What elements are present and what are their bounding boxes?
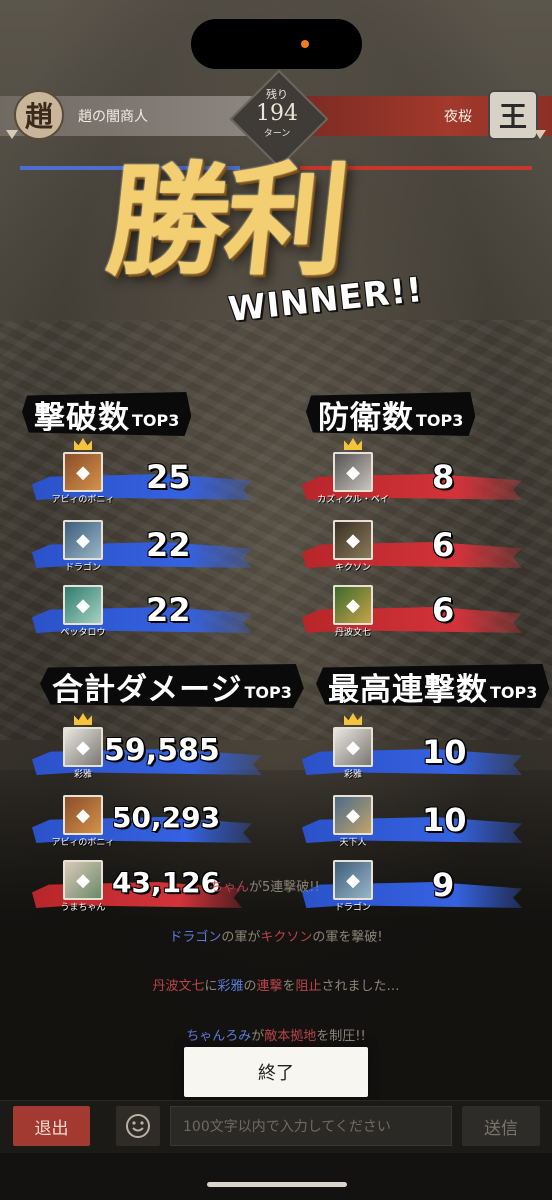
- player-name: ドラゴン: [64, 563, 101, 573]
- ranking-entry: ◆ 天下人 10: [288, 795, 538, 855]
- category-tag: TOP3: [416, 410, 464, 430]
- right-team-emblem[interactable]: 王: [488, 90, 538, 140]
- home-indicator: [207, 1182, 347, 1187]
- category-title: 最高連撃数: [328, 671, 488, 708]
- character-avatar: ◆: [63, 520, 103, 560]
- category-title: 撃破数: [34, 399, 130, 436]
- category-heading-defense: 防衛数 TOP3: [306, 392, 476, 436]
- character-avatar: ◆: [333, 585, 373, 625]
- left-team-emblem[interactable]: 趙: [14, 90, 64, 140]
- category-tag: TOP3: [132, 410, 180, 430]
- battle-log-line: ちゃんが5連撃破!!: [0, 876, 552, 895]
- ranking-entry: ◆ カズィクル・ベイ 8: [288, 438, 538, 512]
- ranking-entry: ◆ 彩雅 59,585: [18, 713, 268, 787]
- category-tag: TOP3: [490, 682, 538, 702]
- log-keyword: 連撃: [256, 979, 283, 994]
- score-value: 6: [432, 591, 455, 629]
- turns-unit: ターン: [263, 129, 291, 139]
- turn-counter: 残り 194 ターン: [244, 86, 310, 139]
- emoji-button[interactable]: [116, 1106, 160, 1146]
- log-text: が5連撃破!!: [249, 880, 320, 895]
- score-value: 25: [146, 458, 191, 496]
- log-player: ドラゴン: [169, 930, 222, 945]
- player-name: カズィクル・ベイ: [317, 495, 389, 505]
- character-avatar: ◆: [333, 795, 373, 835]
- category-heading-max-combo: 最高連撃数 TOP3: [316, 664, 550, 708]
- player-name: ペッタロウ: [60, 628, 106, 638]
- ranking-entry: ◆ ドラゴン 22: [18, 520, 268, 580]
- log-text: を制圧!!: [316, 1029, 366, 1044]
- camera-notch: [191, 19, 362, 69]
- finish-button[interactable]: 終了: [184, 1047, 368, 1097]
- leave-button[interactable]: 退出: [13, 1106, 90, 1146]
- ranking-entry: ◆ アビィのボニィ 25: [18, 438, 268, 512]
- category-heading-total-damage: 合計ダメージ TOP3: [40, 664, 304, 708]
- player-name: 彩雅: [73, 770, 92, 780]
- ranking-entry: ◆ キクソン 6: [288, 520, 538, 580]
- character-avatar: ◆: [333, 727, 373, 767]
- battle-log-line: 丹波文七に彩雅の連撃を阻止されました…: [0, 975, 552, 994]
- turns-value: 194: [256, 101, 298, 126]
- smiley-icon: [126, 1114, 150, 1138]
- send-button[interactable]: 送信: [462, 1106, 540, 1146]
- player-name: 天下人: [339, 838, 367, 848]
- ranking-entry: ◆ アビィのボニィ 50,293: [18, 795, 268, 855]
- player-name: ドラゴン: [334, 903, 371, 913]
- score-value: 22: [146, 526, 191, 564]
- log-text: されました…: [321, 979, 400, 994]
- left-player-name: 趙の闇商人: [78, 109, 148, 125]
- player-name: 彩雅: [343, 770, 362, 780]
- chevron-down-icon[interactable]: [6, 130, 18, 139]
- score-value: 6: [432, 526, 455, 564]
- player-name: アビィのボニィ: [51, 838, 115, 848]
- turns-label: 残り: [266, 88, 288, 101]
- log-keyword: 敵本拠地: [264, 1029, 317, 1044]
- chevron-down-icon[interactable]: [534, 130, 546, 139]
- player-name: アビィのボニィ: [51, 495, 115, 505]
- ranking-entry: ◆ 彩雅 10: [288, 713, 538, 787]
- log-text: を: [282, 979, 296, 994]
- score-value: 8: [432, 458, 455, 496]
- log-player: ちゃん: [210, 880, 250, 895]
- ranking-entry: ◆ 丹波文七 6: [288, 585, 538, 645]
- score-value: 10: [422, 801, 467, 839]
- score-value: 22: [146, 591, 191, 629]
- player-name: キクソン: [334, 563, 371, 573]
- player-name: 丹波文七: [334, 628, 371, 638]
- character-avatar: ◆: [63, 795, 103, 835]
- log-text: に: [204, 979, 218, 994]
- character-avatar: ◆: [63, 585, 103, 625]
- character-avatar: ◆: [63, 452, 103, 492]
- log-player: 彩雅: [217, 979, 244, 994]
- score-value: 59,585: [104, 733, 220, 768]
- chat-input[interactable]: 100文字以内で入力してください: [170, 1106, 452, 1146]
- score-value: 10: [422, 733, 467, 771]
- ranking-entry: ◆ ペッタロウ 22: [18, 585, 268, 645]
- player-name: うまちゃん: [60, 903, 106, 913]
- log-player: キクソン: [260, 930, 313, 945]
- category-title: 合計ダメージ: [52, 671, 243, 708]
- log-player: ちゃんろみ: [186, 1029, 252, 1044]
- character-avatar: ◆: [333, 520, 373, 560]
- category-tag: TOP3: [244, 682, 292, 702]
- log-text: の軍を撃破!: [312, 930, 383, 945]
- category-title: 防衛数: [318, 399, 414, 436]
- log-text: の: [243, 979, 257, 994]
- character-avatar: ◆: [333, 452, 373, 492]
- log-keyword: 阻止: [295, 979, 322, 994]
- log-player: 丹波文七: [152, 979, 205, 994]
- log-text: が: [251, 1029, 265, 1044]
- log-text: の軍が: [221, 930, 261, 945]
- battle-log-line: ドラゴンの軍がキクソンの軍を撃破!: [0, 926, 552, 945]
- camera-dot: [301, 40, 309, 48]
- battle-log-line: ちゃんろみが敵本拠地を制圧!!: [0, 1025, 552, 1044]
- score-value: 50,293: [112, 801, 221, 834]
- right-player-name: 夜桜: [444, 109, 472, 125]
- character-avatar: ◆: [63, 727, 103, 767]
- category-heading-kills: 撃破数 TOP3: [22, 392, 192, 436]
